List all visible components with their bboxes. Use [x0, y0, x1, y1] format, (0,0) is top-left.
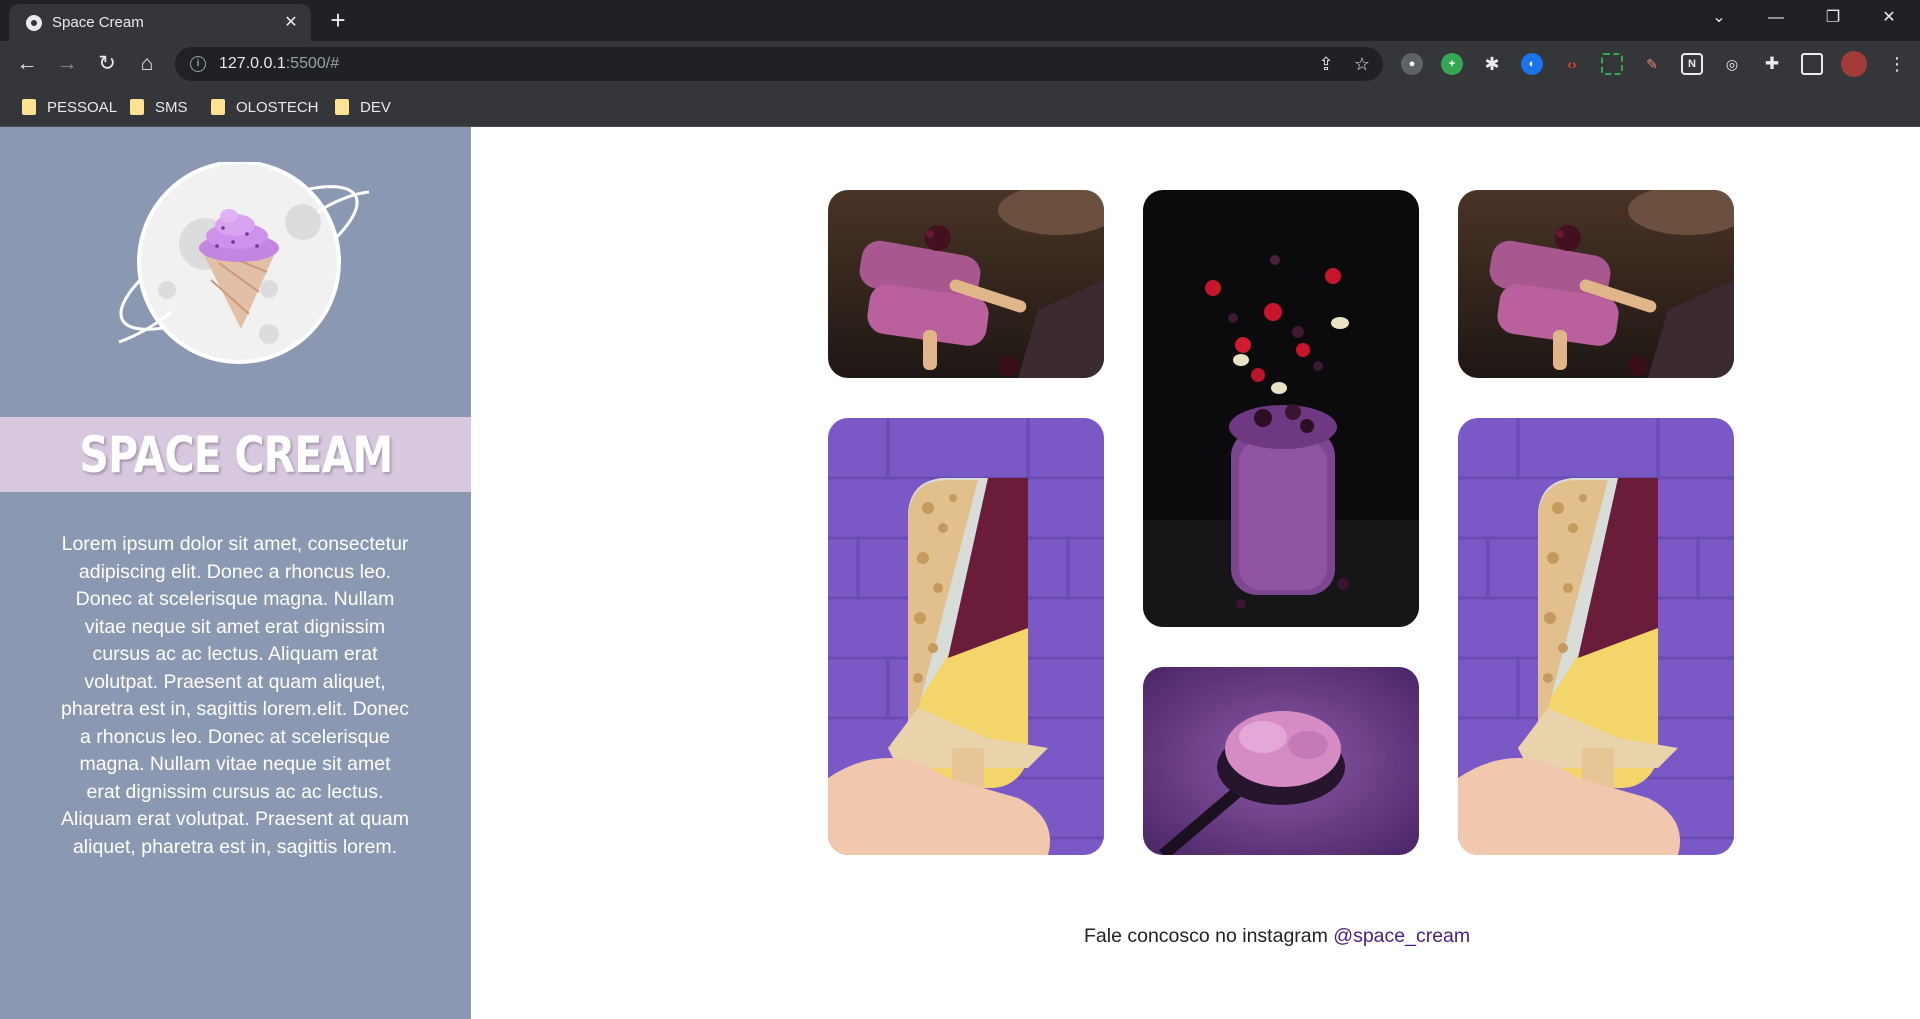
folder-icon	[22, 99, 36, 115]
brand-title: SPACE CREAM	[78, 425, 393, 484]
screenshot-extension-icon[interactable]	[1601, 53, 1623, 75]
folder-icon	[211, 99, 225, 115]
settings-extension-icon[interactable]: ✱	[1481, 53, 1503, 75]
bookmark-folder-sms[interactable]: SMS	[130, 95, 188, 119]
bookmark-label: PESSOAL	[47, 98, 118, 116]
share-icon[interactable]: ⇪	[1311, 54, 1341, 75]
browser-tab[interactable]: Space Cream ✕	[9, 4, 311, 41]
bookmark-label: DEV	[360, 98, 391, 116]
minimize-button[interactable]: —	[1753, 4, 1799, 32]
url-path: :5500/#	[285, 55, 340, 72]
page-viewport: SPACE CREAM Lorem ipsum dolor sit amet, …	[0, 127, 1920, 1019]
gallery-photo-peanut-popsicle[interactable]	[828, 418, 1104, 855]
back-button[interactable]: ←	[13, 50, 41, 78]
gallery-photo-popsicle-berry[interactable]	[828, 190, 1104, 378]
side-panel-icon[interactable]	[1801, 53, 1823, 75]
gallery-photo-ice-cream-scoop[interactable]	[1143, 667, 1419, 855]
gallery-photo-popsicle-berry-2[interactable]	[1458, 190, 1734, 378]
browser-toolbar: ← → ↻ ⌂ i 127.0.0.1:5500/# ⇪ ☆ ● + ✱ ◐ ‹…	[0, 41, 1920, 87]
reload-button[interactable]: ↻	[93, 50, 121, 78]
restore-button[interactable]: ❐	[1810, 4, 1856, 32]
site-info-icon[interactable]: i	[190, 56, 206, 72]
ice-cream-planet-logo	[118, 162, 370, 364]
profile-avatar[interactable]	[1841, 51, 1867, 77]
close-window-button[interactable]: ✕	[1866, 4, 1912, 32]
close-tab-icon[interactable]: ✕	[281, 13, 301, 33]
forward-button[interactable]: →	[53, 50, 81, 78]
bookmark-folder-olostech[interactable]: OLOSTECH	[211, 95, 319, 119]
notion-extension-icon[interactable]: N	[1681, 53, 1703, 75]
instagram-link[interactable]: @space_cream	[1333, 925, 1470, 947]
adblock-extension-icon[interactable]: ●	[1401, 53, 1423, 75]
url-host: 127.0.0.1	[219, 55, 286, 72]
color-extension-icon[interactable]: ◐	[1521, 53, 1543, 75]
url-text: 127.0.0.1:5500/#	[219, 55, 1311, 73]
tab-title: Space Cream	[52, 14, 144, 31]
bookmark-folder-dev[interactable]: DEV	[335, 95, 391, 119]
gallery-photo-smoothie-jar[interactable]	[1143, 190, 1419, 627]
contact-footer: Fale concosco no instagram @space_cream	[1084, 925, 1470, 948]
menu-kebab-icon[interactable]: ⋮	[1883, 50, 1911, 78]
code-extension-icon[interactable]: ‹›	[1561, 53, 1583, 75]
folder-icon	[335, 99, 349, 115]
gallery-photo-peanut-popsicle-2[interactable]	[1458, 418, 1734, 855]
bookmarks-bar: PESSOAL SMS OLOSTECH DEV	[0, 87, 1920, 127]
pen-extension-icon[interactable]: ✎	[1641, 53, 1663, 75]
bookmark-label: SMS	[155, 98, 188, 116]
address-bar[interactable]: i 127.0.0.1:5500/# ⇪ ☆	[175, 47, 1383, 81]
tab-strip: Space Cream ✕ + ⌄ — ❐ ✕	[0, 0, 1920, 41]
sidebar-description: Lorem ipsum dolor sit amet, consectetur …	[61, 533, 409, 858]
bookmark-star-icon[interactable]: ☆	[1347, 54, 1377, 75]
new-tab-button[interactable]: +	[324, 7, 352, 35]
favicon-icon	[26, 14, 42, 31]
sidebar: SPACE CREAM Lorem ipsum dolor sit amet, …	[0, 127, 471, 1019]
bookmark-label: OLOSTECH	[236, 98, 319, 116]
bookmark-folder-pessoal[interactable]: PESSOAL	[22, 95, 117, 119]
home-button[interactable]: ⌂	[133, 50, 161, 78]
spy-extension-icon[interactable]: ◎	[1721, 53, 1743, 75]
extensions-puzzle-icon[interactable]: ✚	[1761, 53, 1783, 75]
folder-icon	[130, 99, 144, 115]
add-extension-icon[interactable]: +	[1441, 53, 1463, 75]
footer-text: Fale concosco no instagram	[1084, 925, 1328, 947]
tab-search-icon[interactable]: ⌄	[1696, 4, 1742, 32]
brand-banner: SPACE CREAM	[0, 417, 471, 492]
